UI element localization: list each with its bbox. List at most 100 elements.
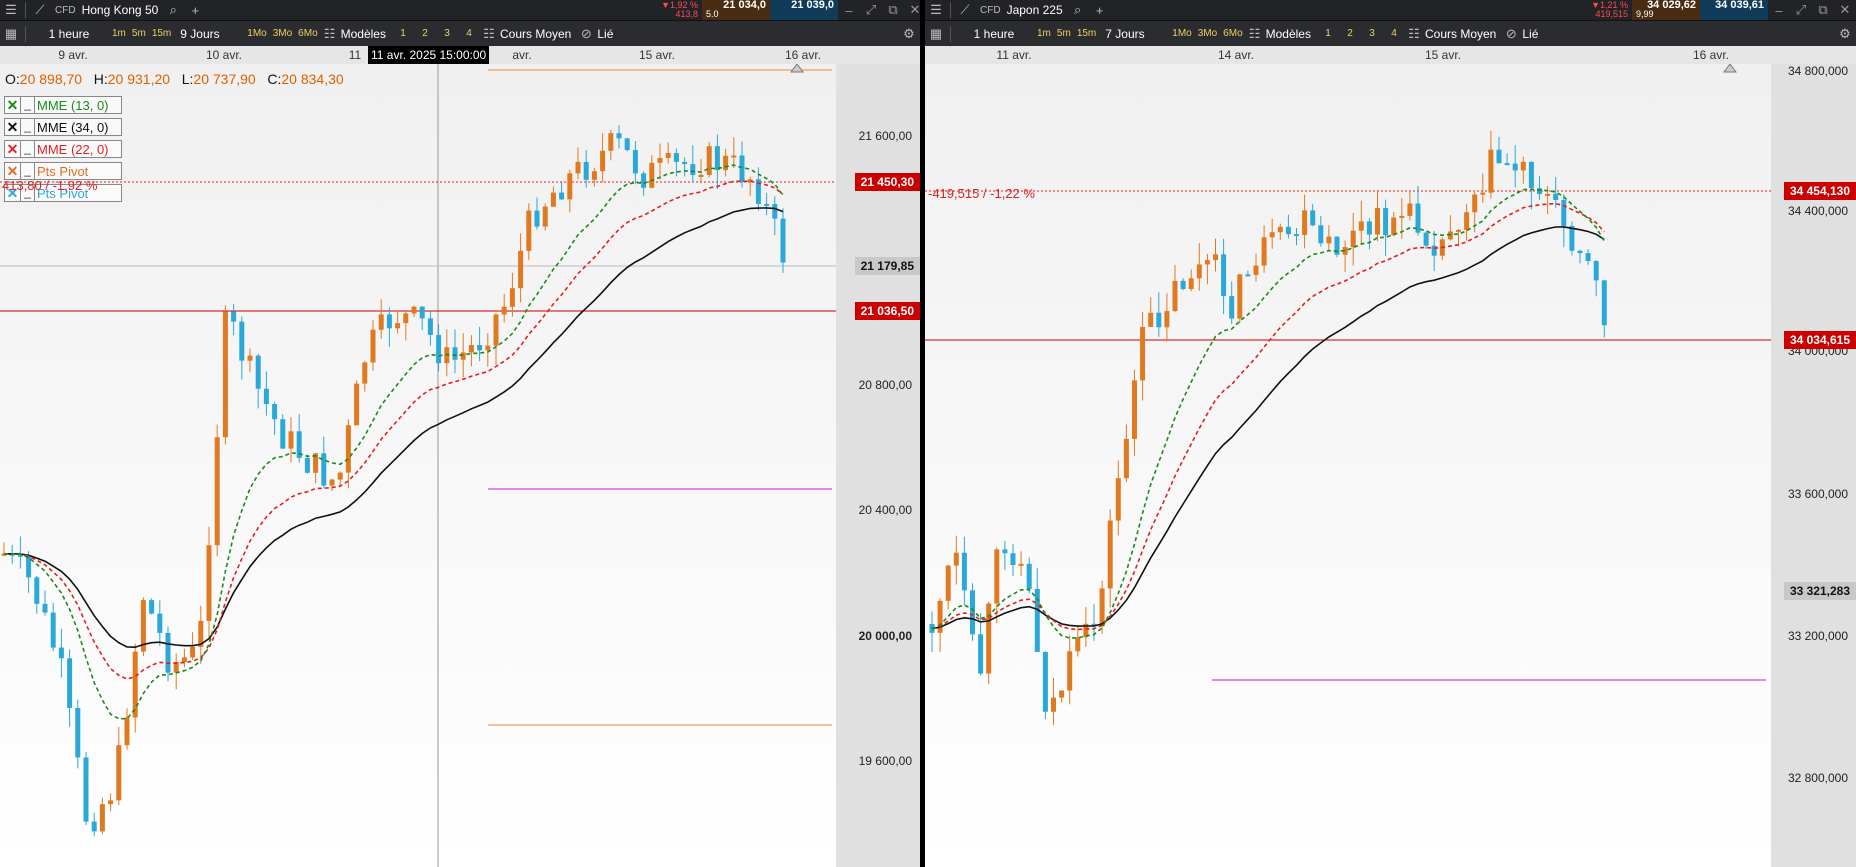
interval-select[interactable]: 1 heure [954, 21, 1034, 46]
trend-icon[interactable]: ⟋ [29, 0, 51, 20]
price-chart[interactable] [0, 64, 836, 867]
bid-button[interactable]: 21 034,0 5.0 [702, 0, 770, 20]
candle-bear [1115, 478, 1121, 521]
candle-bear [222, 311, 228, 438]
indicator-style-icon[interactable]: _ [21, 163, 35, 179]
candle-bear [190, 646, 196, 658]
models-button[interactable]: Modèles [339, 21, 392, 46]
add-icon[interactable]: + [184, 0, 206, 20]
range-select[interactable]: 9 Jours [174, 21, 244, 46]
range-1mo[interactable]: 1Mo [244, 21, 269, 46]
range-select[interactable]: 7 Jours [1099, 21, 1169, 46]
minimize-icon[interactable]: – [838, 0, 860, 20]
interval-5m[interactable]: 5m [1054, 21, 1074, 46]
interval-1m[interactable]: 1m [109, 21, 129, 46]
range-1mo[interactable]: 1Mo [1169, 21, 1194, 46]
price-axis[interactable]: 34 800,000 34 400,000 34 000,000 33 600,… [1771, 64, 1856, 867]
ask-button[interactable]: 21 039,0 [770, 0, 838, 20]
legend-item[interactable]: ✕ _ MME (34, 0) [4, 118, 122, 136]
date-label: 11 [348, 48, 362, 62]
candle-bull [1528, 161, 1534, 189]
layout-4[interactable]: 4 [1383, 21, 1405, 46]
layout-2[interactable]: 2 [414, 21, 436, 46]
candle-bull [231, 311, 237, 322]
link-button[interactable]: Lié [595, 21, 619, 46]
ask-button[interactable]: 34 039,61 [1700, 0, 1768, 20]
candle-bear [1123, 438, 1129, 479]
layout-1[interactable]: 1 [392, 21, 414, 46]
interval-select[interactable]: 1 heure [29, 21, 109, 46]
candle-bear [1399, 215, 1405, 218]
candle-bull [559, 192, 565, 200]
candle-bull [321, 453, 327, 486]
price-chart[interactable] [925, 64, 1771, 867]
candle-bull [58, 647, 64, 659]
remove-indicator-icon[interactable]: ✕ [5, 119, 21, 135]
candle-bear [509, 288, 515, 307]
current-price-tag: 21 036,50 [854, 302, 920, 320]
range-3mo[interactable]: 3Mo [270, 21, 295, 46]
search-icon[interactable]: ⌕ [162, 0, 184, 20]
separator [950, 2, 951, 18]
price-type-button[interactable]: Cours Moyen [498, 21, 577, 46]
menu-icon[interactable]: ☰ [925, 0, 947, 20]
candle-bear [591, 171, 597, 180]
settings-gear-icon[interactable]: ⚙ [898, 21, 920, 46]
interval-5m[interactable]: 5m [129, 21, 149, 46]
link-button[interactable]: Lié [1520, 21, 1544, 46]
price-axis[interactable]: 21 600,00 20 800,00 20 400,00 20 000,00 … [836, 64, 920, 867]
indicator-style-icon[interactable]: _ [21, 119, 35, 135]
interval-15m[interactable]: 15m [1074, 21, 1099, 46]
models-button[interactable]: Modèles [1264, 21, 1317, 46]
candle-bear [132, 651, 138, 718]
layout-icon[interactable]: ▦ [925, 21, 947, 46]
candle-bull [1156, 312, 1162, 328]
candle-bear [288, 431, 294, 449]
trend-icon[interactable]: ⟋ [954, 0, 976, 20]
price-type-button[interactable]: Cours Moyen [1423, 21, 1502, 46]
settings-gear-icon[interactable]: ⚙ [1834, 21, 1856, 46]
indicator-style-icon[interactable]: _ [21, 141, 35, 157]
instrument-name[interactable]: Japon 225 [1007, 3, 1063, 17]
close-icon[interactable]: ✕ [1834, 0, 1856, 20]
popout-icon[interactable]: ⧉ [1812, 0, 1834, 20]
indicator-style-icon[interactable]: _ [21, 97, 35, 113]
popout-icon[interactable]: ⧉ [882, 0, 904, 20]
instrument-type: CFD [55, 4, 76, 16]
axis-tick: 34 800,000 [1787, 64, 1848, 78]
minimize-icon[interactable]: – [1768, 0, 1790, 20]
range-3mo[interactable]: 3Mo [1195, 21, 1220, 46]
candle-bear [953, 552, 959, 566]
remove-indicator-icon[interactable]: ✕ [5, 163, 21, 179]
candle-bear [485, 345, 491, 351]
layout-2[interactable]: 2 [1339, 21, 1361, 46]
layout-icon[interactable]: ▦ [0, 21, 22, 46]
expand-icon[interactable]: ⤢ [860, 0, 882, 20]
interval-1m[interactable]: 1m [1034, 21, 1054, 46]
close-icon[interactable]: ✕ [904, 0, 920, 20]
interval-15m[interactable]: 15m [149, 21, 174, 46]
candle-bull [624, 138, 630, 151]
expand-icon[interactable]: ⤢ [1790, 0, 1812, 20]
layout-1[interactable]: 1 [1317, 21, 1339, 46]
legend-item[interactable]: ✕ _ MME (13, 0) [4, 96, 122, 114]
menu-icon[interactable]: ☰ [0, 0, 22, 20]
candle-bear [1018, 563, 1024, 566]
layout-3[interactable]: 3 [436, 21, 458, 46]
range-6mo[interactable]: 6Mo [1220, 21, 1245, 46]
remove-indicator-icon[interactable]: ✕ [5, 141, 21, 157]
layout-4[interactable]: 4 [458, 21, 480, 46]
legend-item[interactable]: ✕ _ MME (22, 0) [4, 140, 122, 158]
candle-bull [452, 347, 458, 360]
price-type-icon: ☷ [1408, 25, 1420, 41]
range-6mo[interactable]: 6Mo [295, 21, 320, 46]
remove-indicator-icon[interactable]: ✕ [5, 97, 21, 113]
instrument-name[interactable]: Hong Kong 50 [82, 3, 159, 17]
search-icon[interactable]: ⌕ [1067, 0, 1089, 20]
bid-button[interactable]: 34 029,62 9,99 [1632, 0, 1700, 20]
add-icon[interactable]: + [1089, 0, 1111, 20]
candle-bull [1496, 149, 1502, 164]
candle-bull [1585, 253, 1591, 261]
layout-3[interactable]: 3 [1361, 21, 1383, 46]
axis-tick: 33 200,000 [1787, 629, 1848, 643]
